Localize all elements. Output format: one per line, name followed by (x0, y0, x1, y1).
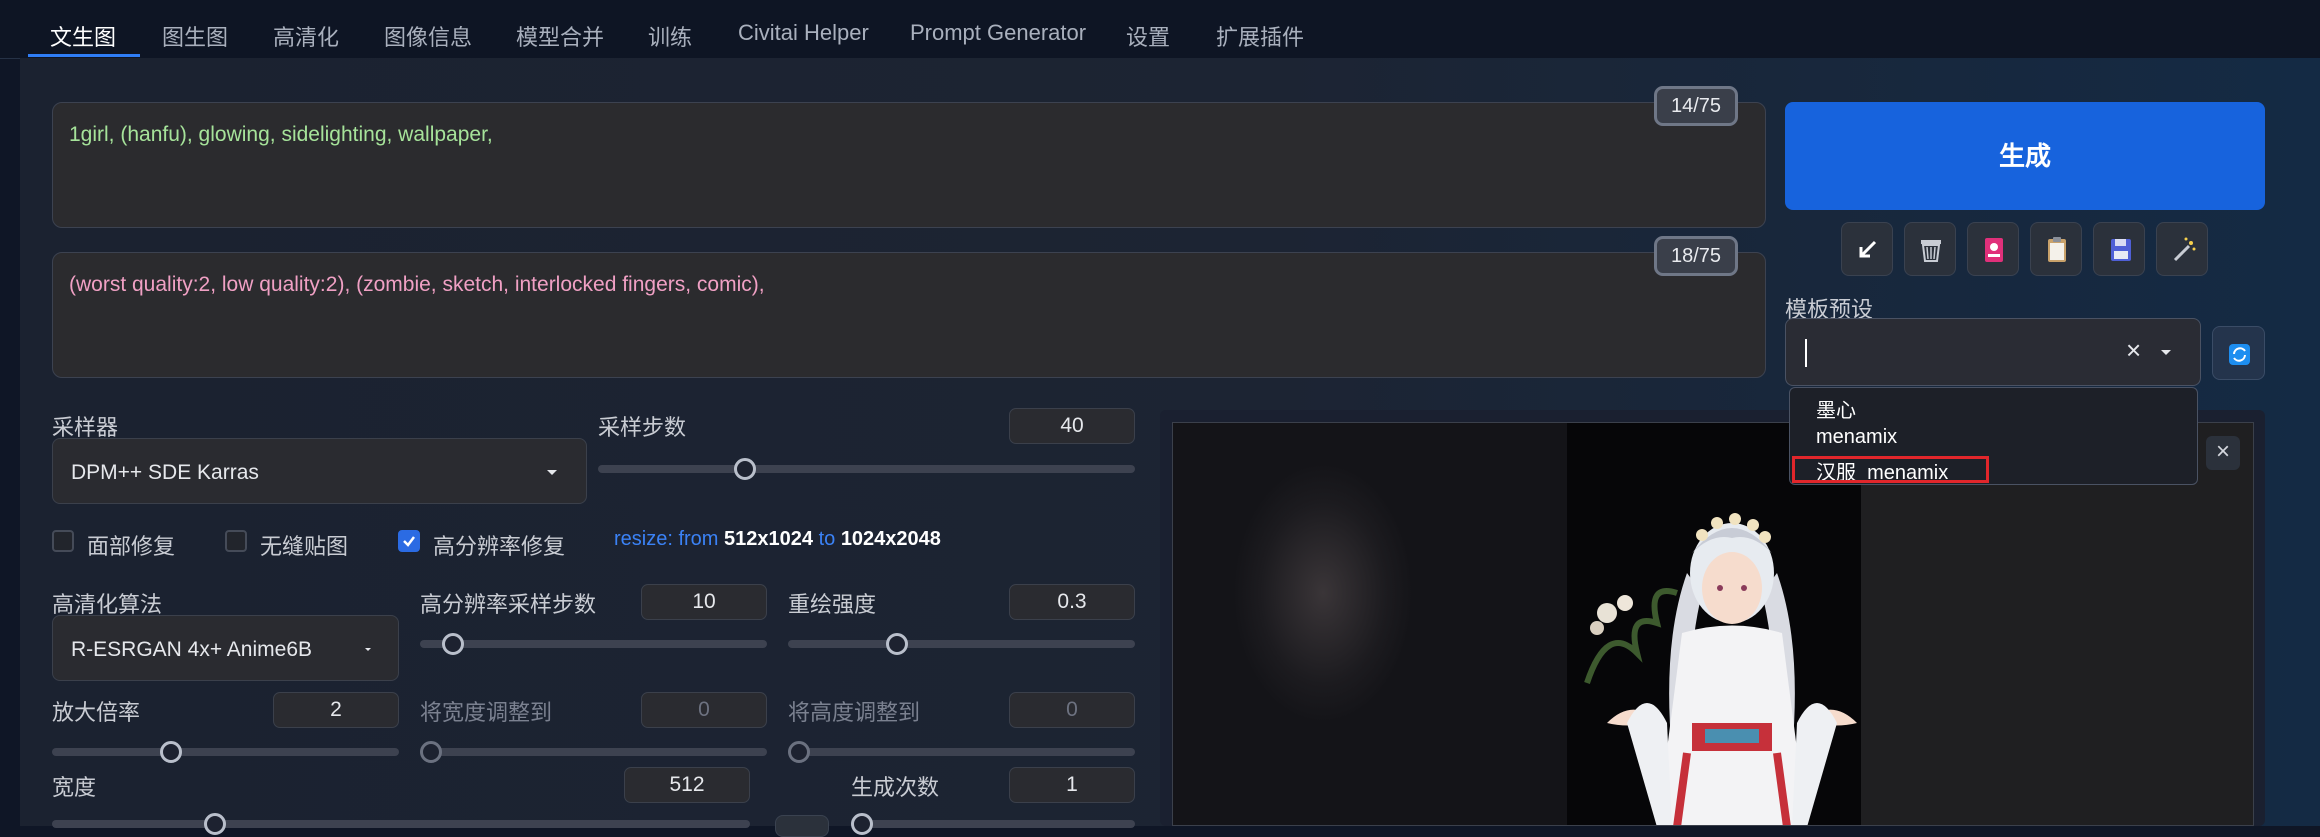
negative-prompt-text: (worst quality:2, low quality:2), (zombi… (69, 273, 765, 296)
upscaler-select[interactable]: R-ESRGAN 4x+ Anime6B (52, 615, 399, 681)
resize-info: resize: from 512x1024 to 1024x2048 (614, 528, 941, 551)
face-restore-checkbox[interactable] (52, 530, 74, 552)
hires-steps-label: 高分辨率采样步数 (420, 592, 597, 617)
tiling-checkbox[interactable] (225, 530, 247, 552)
resize-width-slider[interactable] (420, 748, 767, 756)
clear-icon[interactable]: × (2126, 335, 2141, 366)
hires-steps-input[interactable]: 10 (641, 584, 767, 620)
tab-settings[interactable]: 设置 (1126, 20, 1170, 52)
active-tab-indicator (28, 54, 140, 57)
denoise-slider[interactable] (788, 640, 1135, 648)
prompt-textarea[interactable]: 1girl, (hanfu), glowing, sidelighting, w… (52, 102, 1766, 228)
batch-count-slider[interactable] (851, 820, 1135, 828)
upscale-by-label: 放大倍率 (52, 700, 141, 725)
upscale-by-input[interactable]: 2 (273, 692, 399, 728)
tab-train[interactable]: 训练 (648, 20, 692, 52)
resize-height-label: 将高度调整到 (788, 700, 921, 725)
save-style-button[interactable] (2093, 222, 2145, 276)
tab-extensions[interactable]: 扩展插件 (1216, 20, 1304, 52)
tab-png-info[interactable]: 图像信息 (384, 20, 472, 52)
resize-width-label: 将宽度调整到 (420, 700, 553, 725)
prompt-token-counter: 14/75 (1654, 86, 1738, 126)
resize-width-slider-thumb[interactable] (420, 741, 442, 763)
denoise-slider-thumb[interactable] (886, 633, 908, 655)
arrow-icon (1859, 240, 1877, 258)
hires-fix-label: 高分辨率修复 (433, 534, 566, 559)
width-slider-thumb[interactable] (204, 813, 226, 835)
steps-slider-thumb[interactable] (734, 458, 756, 480)
tab-extras[interactable]: 高清化 (273, 20, 339, 52)
upscale-by-slider-thumb[interactable] (160, 741, 182, 763)
resize-height-input[interactable]: 0 (1009, 692, 1135, 728)
generate-button[interactable]: 生成 (1785, 102, 2265, 210)
resize-prefix: resize: from (614, 528, 725, 550)
resize-width-input[interactable]: 0 (641, 692, 767, 728)
refresh-presets-button[interactable] (2212, 326, 2265, 380)
width-slider[interactable] (52, 820, 750, 828)
negative-prompt-textarea[interactable]: (worst quality:2, low quality:2), (zombi… (52, 252, 1766, 378)
denoise-input[interactable]: 0.3 (1009, 584, 1135, 620)
hires-steps-slider-thumb[interactable] (442, 633, 464, 655)
tab-txt2img[interactable]: 文生图 (50, 20, 116, 52)
steps-label: 采样步数 (598, 415, 687, 440)
batch-count-input[interactable]: 1 (1009, 767, 1135, 803)
tab-civitai-helper[interactable]: Civitai Helper (738, 20, 869, 46)
hires-fix-checkbox[interactable] (398, 530, 420, 552)
checkmark-icon (403, 536, 415, 547)
read-params-button[interactable] (1841, 222, 1893, 276)
tab-bar: 文生图 图生图 高清化 图像信息 模型合并 训练 Civitai Helper … (0, 0, 2320, 59)
negative-token-counter: 18/75 (1654, 236, 1738, 276)
magic-wand-icon (2173, 237, 2196, 262)
close-gallery-button[interactable]: × (2206, 436, 2240, 470)
width-input[interactable]: 512 (624, 767, 750, 803)
save-icon (2111, 239, 2131, 261)
presets-dropdown: 墨心 menamix 汉服_menamix (1789, 387, 2198, 485)
resize-to: 1024x2048 (840, 528, 941, 550)
chevron-down-icon (547, 470, 557, 475)
width-label: 宽度 (52, 775, 97, 800)
clear-prompt-button[interactable] (1904, 222, 1956, 276)
card-icon (1985, 238, 2003, 262)
preset-option[interactable]: menamix (1816, 426, 1897, 449)
refresh-icon (2229, 344, 2250, 365)
upscaler-value: R-ESRGAN 4x+ Anime6B (71, 638, 313, 661)
tab-img2img[interactable]: 图生图 (162, 20, 228, 52)
upscale-by-slider[interactable] (52, 748, 399, 756)
clipboard-icon (2048, 237, 2066, 262)
hires-steps-slider[interactable] (420, 640, 767, 648)
steps-slider[interactable] (598, 465, 1135, 473)
resize-from: 512x1024 (724, 528, 814, 550)
tiling-label: 无缝贴图 (260, 534, 349, 559)
extra-networks-button[interactable] (1967, 222, 2019, 276)
sampler-select[interactable]: DPM++ SDE Karras (52, 438, 587, 504)
chevron-down-icon (365, 648, 371, 651)
resize-height-slider[interactable] (788, 748, 1135, 756)
text-cursor (1805, 339, 1807, 367)
denoise-label: 重绘强度 (788, 592, 877, 617)
trash-icon (1921, 240, 1941, 262)
face-restore-label: 面部修复 (87, 534, 176, 559)
tab-checkpoint-merger[interactable]: 模型合并 (516, 20, 604, 52)
sampler-value: DPM++ SDE Karras (71, 461, 259, 484)
prompt-generator-button[interactable] (2156, 222, 2208, 276)
steps-input[interactable]: 40 (1009, 408, 1135, 444)
resize-to-word: to (813, 528, 841, 550)
preset-option[interactable]: 墨心 (1816, 394, 1856, 423)
tab-prompt-generator[interactable]: Prompt Generator (910, 20, 1086, 46)
prompt-text: 1girl, (hanfu), glowing, sidelighting, w… (69, 123, 493, 146)
batch-count-label: 生成次数 (851, 775, 940, 800)
blurred-preview (1173, 423, 1567, 825)
chevron-down-icon[interactable] (2158, 345, 2174, 361)
selection-highlight (1792, 456, 1989, 483)
swap-dimensions-button[interactable] (775, 815, 829, 837)
batch-count-slider-thumb[interactable] (851, 813, 873, 835)
apply-style-button[interactable] (2030, 222, 2082, 276)
resize-height-slider-thumb[interactable] (788, 741, 810, 763)
presets-input[interactable]: × (1785, 318, 2201, 386)
